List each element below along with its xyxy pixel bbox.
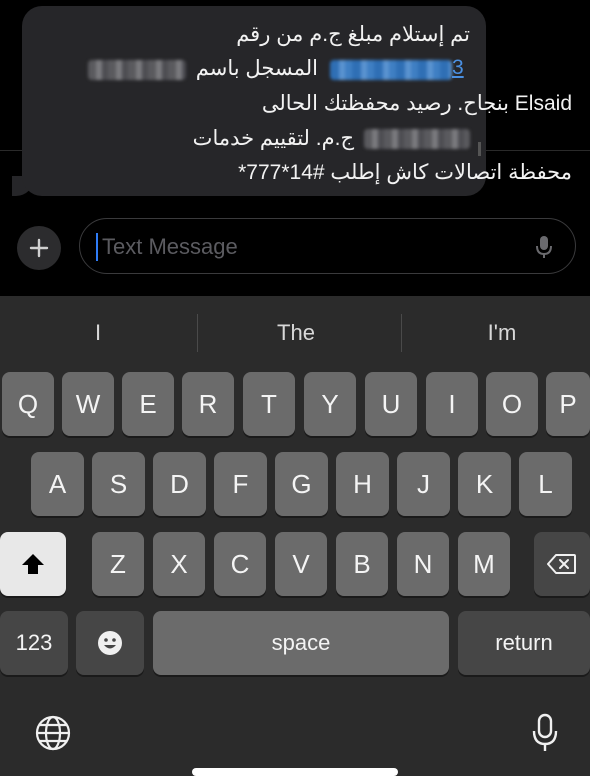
key-v[interactable]: V <box>275 532 327 596</box>
backspace-icon <box>547 554 576 574</box>
key-q[interactable]: Q <box>2 372 54 436</box>
delete-key[interactable] <box>534 532 590 596</box>
emoji-icon <box>98 631 122 655</box>
plus-icon <box>29 238 49 258</box>
key-p[interactable]: P <box>546 372 590 436</box>
key-d[interactable]: D <box>153 452 206 516</box>
emoji-key[interactable] <box>76 611 144 675</box>
microphone-icon[interactable] <box>535 234 553 260</box>
redacted-name <box>88 60 186 80</box>
key-e[interactable]: E <box>122 372 174 436</box>
redacted-phone <box>330 60 452 80</box>
key-j[interactable]: J <box>397 452 450 516</box>
key-s[interactable]: S <box>92 452 145 516</box>
message-line-4: ج.م. لتقييم خدمات <box>192 127 354 150</box>
dictation-button[interactable] <box>522 710 568 756</box>
key-x[interactable]: X <box>153 532 205 596</box>
space-key[interactable]: space <box>153 611 449 675</box>
message-placeholder: Text Message <box>102 234 238 259</box>
key-y[interactable]: Y <box>304 372 356 436</box>
phone-link[interactable]: 3 <box>452 56 464 80</box>
key-c[interactable]: C <box>214 532 266 596</box>
key-t[interactable]: T <box>243 372 295 436</box>
key-r[interactable]: R <box>182 372 234 436</box>
key-h[interactable]: H <box>336 452 389 516</box>
scroll-indicator <box>478 142 481 156</box>
key-m[interactable]: M <box>458 532 510 596</box>
message-line-2: المسجل باسم <box>195 57 318 80</box>
key-o[interactable]: O <box>486 372 538 436</box>
add-attachment-button[interactable] <box>17 226 61 270</box>
message-input[interactable]: Text Message <box>79 218 576 274</box>
shift-icon <box>22 554 44 574</box>
message-line-3: Elsaid بنجاح. رصيد محفظتك الحالى <box>261 92 572 115</box>
key-l[interactable]: L <box>519 452 572 516</box>
message-line-5: محفظة اتصالات كاش إطلب #14*777* <box>238 161 572 184</box>
globe-button[interactable] <box>30 712 76 754</box>
key-n[interactable]: N <box>397 532 449 596</box>
globe-icon <box>35 715 71 751</box>
key-w[interactable]: W <box>62 372 114 436</box>
message-line-1: تم إستلام مبلغ ج.م من رقم <box>236 23 470 46</box>
key-z[interactable]: Z <box>92 532 144 596</box>
key-k[interactable]: K <box>458 452 511 516</box>
redacted-balance <box>364 129 470 149</box>
messages-area: تم إستلام مبلغ ج.م من رقم 3 المسجل باسم … <box>0 0 590 296</box>
key-u[interactable]: U <box>365 372 417 436</box>
home-indicator <box>192 768 398 776</box>
shift-key[interactable] <box>0 532 66 596</box>
microphone-icon <box>532 713 558 751</box>
key-a[interactable]: A <box>31 452 84 516</box>
suggestion-3[interactable]: I'm <box>404 306 590 360</box>
key-f[interactable]: F <box>214 452 267 516</box>
suggestion-2[interactable]: The <box>198 306 394 360</box>
key-g[interactable]: G <box>275 452 328 516</box>
suggestion-divider <box>401 314 402 352</box>
key-b[interactable]: B <box>336 532 388 596</box>
return-key[interactable]: return <box>458 611 590 675</box>
numbers-key[interactable]: 123 <box>0 611 68 675</box>
key-i[interactable]: I <box>426 372 478 436</box>
text-caret <box>96 233 98 261</box>
suggestion-1[interactable]: I <box>0 306 196 360</box>
